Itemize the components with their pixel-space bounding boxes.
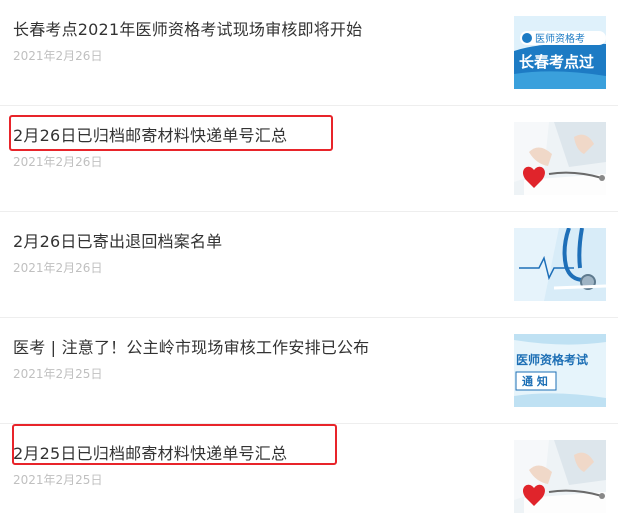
news-thumbnail[interactable] [514, 228, 606, 301]
news-thumbnail[interactable]: 医师资格考 长春考点过 [514, 16, 606, 89]
thumb-notice-label: 通 知 [522, 374, 548, 388]
thumb-notice-title: 医师资格考试 [516, 352, 588, 367]
news-item[interactable]: 长春考点2021年医师资格考试现场审核即将开始 2021年2月26日 医师资格考… [0, 0, 618, 106]
news-thumbnail[interactable]: 医师资格考试 通 知 [514, 334, 606, 407]
news-date: 2021年2月26日 [13, 155, 103, 169]
doctor-heart-image [514, 440, 606, 513]
news-item[interactable]: 2月25日已归档邮寄材料快递单号汇总 2021年2月25日 [0, 424, 618, 522]
thumb-banner-subtitle: 医师资格考 [535, 32, 585, 45]
notice-banner-image: 医师资格考试 通 知 [514, 334, 606, 407]
changchun-banner-image: 医师资格考 长春考点过 [514, 16, 606, 89]
news-title[interactable]: 2月25日已归档邮寄材料快递单号汇总 [13, 440, 287, 464]
news-date: 2021年2月26日 [13, 49, 103, 63]
news-list: 长春考点2021年医师资格考试现场审核即将开始 2021年2月26日 医师资格考… [0, 0, 618, 522]
news-item[interactable]: 医考 | 注意了！公主岭市现场审核工作安排已公布 2021年2月25日 医师资格… [0, 318, 618, 424]
news-thumbnail[interactable] [514, 440, 606, 513]
news-title[interactable]: 医考 | 注意了！公主岭市现场审核工作安排已公布 [13, 334, 369, 358]
stethoscope-image [514, 228, 606, 301]
news-title[interactable]: 2月26日已归档邮寄材料快递单号汇总 [13, 122, 287, 146]
news-date: 2021年2月26日 [13, 261, 103, 275]
news-title[interactable]: 2月26日已寄出退回档案名单 [13, 228, 222, 252]
thumb-banner-title: 长春考点过 [519, 53, 594, 71]
news-item[interactable]: 2月26日已归档邮寄材料快递单号汇总 2021年2月26日 [0, 106, 618, 212]
news-date: 2021年2月25日 [13, 367, 103, 381]
news-date: 2021年2月25日 [13, 473, 103, 487]
news-item[interactable]: 2月26日已寄出退回档案名单 2021年2月26日 [0, 212, 618, 318]
doctor-heart-image [514, 122, 606, 195]
news-thumbnail[interactable] [514, 122, 606, 195]
news-title[interactable]: 长春考点2021年医师资格考试现场审核即将开始 [13, 16, 362, 40]
